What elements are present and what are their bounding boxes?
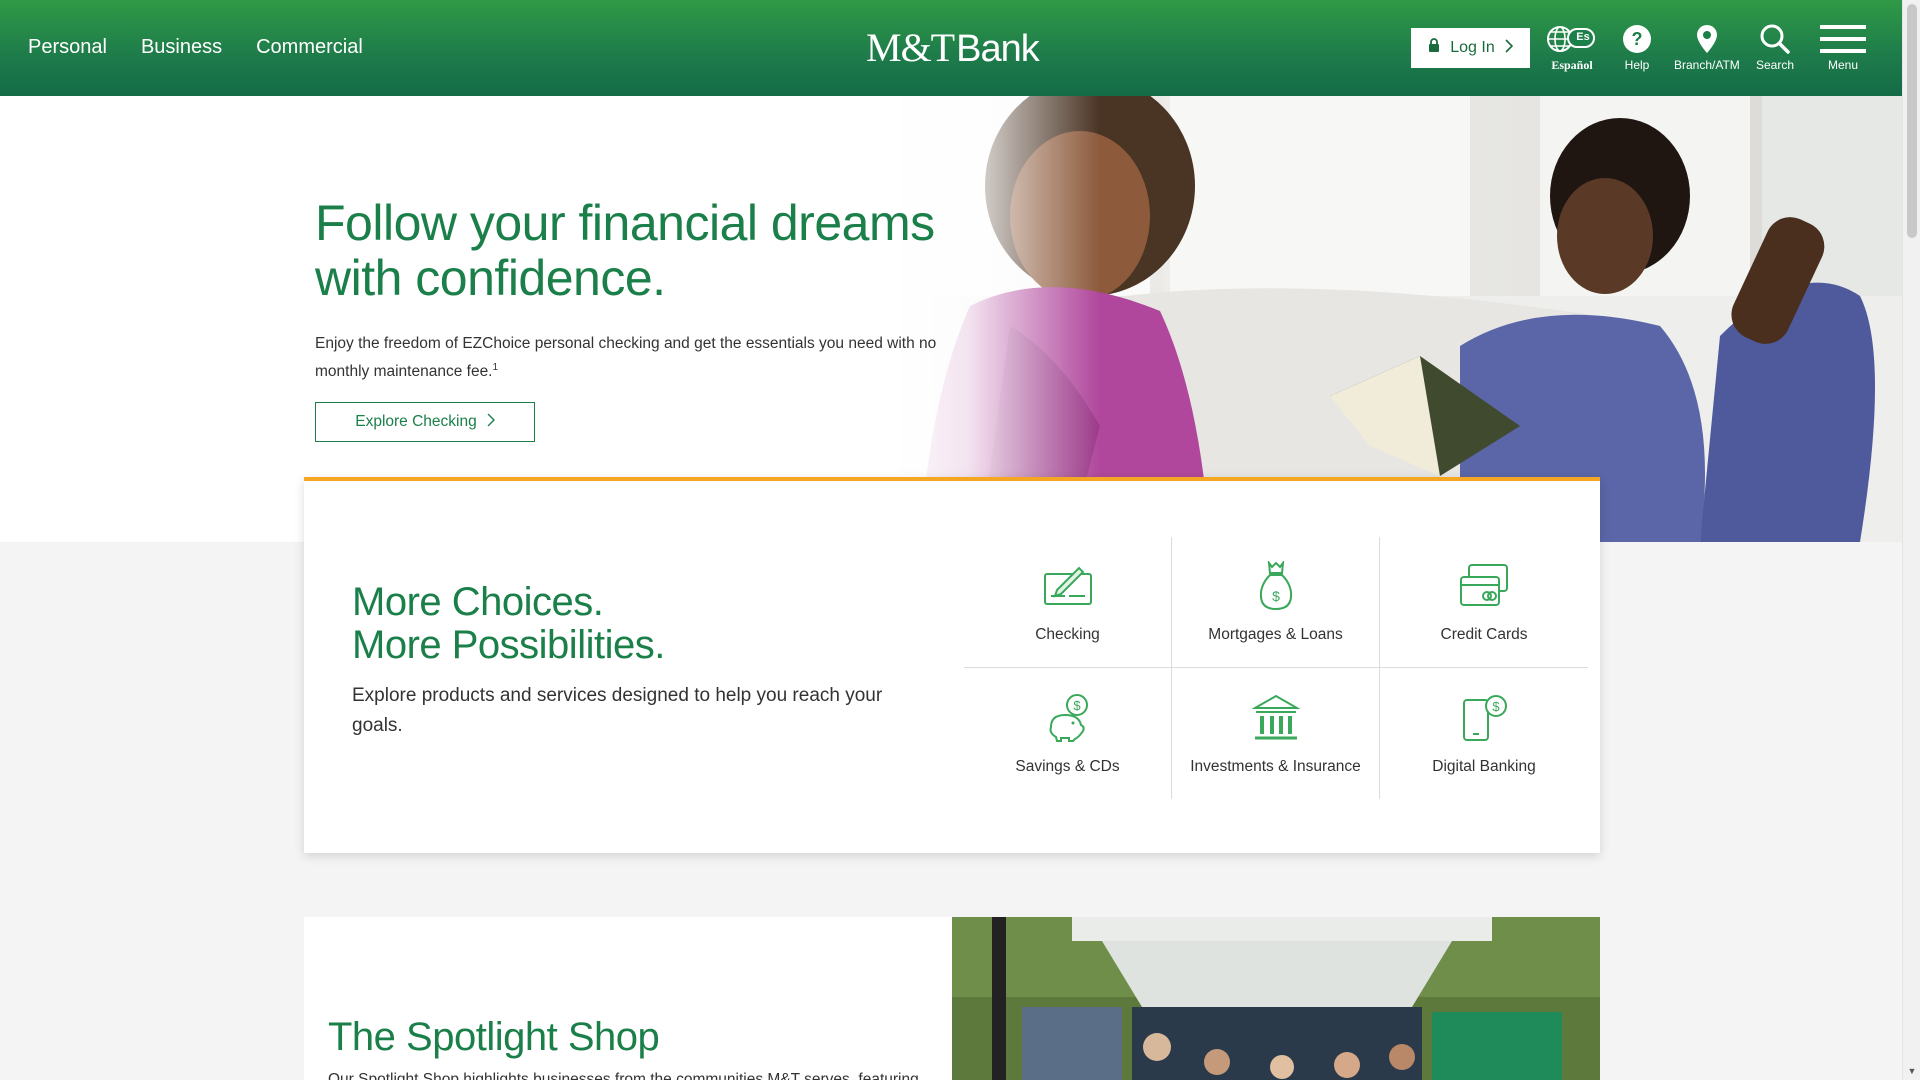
logo-bank: Bank <box>956 28 1040 70</box>
chevron-right-icon <box>487 413 495 432</box>
menu-button[interactable]: Menu <box>1820 22 1866 72</box>
help-icon: ? <box>1622 22 1652 56</box>
site-header: Personal Business Commercial M&TBank Log… <box>0 0 1902 96</box>
tile-digital-banking[interactable]: $ Digital Banking <box>1380 668 1588 799</box>
tile-label: Investments & Insurance <box>1190 757 1361 775</box>
explore-checking-label: Explore Checking <box>355 413 477 430</box>
product-tile-grid: Checking $ Mortgages & Loans Credit Card… <box>964 537 1588 799</box>
choices-title-line1: More Choices. <box>352 580 604 624</box>
tile-label: Savings & CDs <box>1015 757 1120 775</box>
tile-label: Mortgages & Loans <box>1208 626 1343 643</box>
login-button[interactable]: Log In <box>1411 28 1530 68</box>
tile-savings-cds[interactable]: $ Savings & CDs <box>964 668 1172 799</box>
globe-language-icon: Es <box>1546 22 1598 56</box>
tile-mortgages-loans[interactable]: $ Mortgages & Loans <box>1172 537 1380 668</box>
checking-icon <box>1042 560 1094 612</box>
tile-investments-insurance[interactable]: Investments & Insurance <box>1172 668 1380 799</box>
hero-description: Enjoy the freedom of EZChoice personal c… <box>315 332 955 384</box>
products-card: More Choices. More Possibilities. Explor… <box>304 477 1600 853</box>
svg-text:$: $ <box>1073 698 1081 713</box>
page-scrollbar[interactable]: ▼ <box>1902 0 1920 1080</box>
nav-commercial[interactable]: Commercial <box>256 36 363 59</box>
espanol-label: Español <box>1551 58 1593 72</box>
choices-title-line2: More Possibilities. <box>352 623 665 667</box>
hamburger-menu-icon <box>1820 22 1866 56</box>
primary-nav: Personal Business Commercial <box>28 36 363 59</box>
espanol-badge: Es <box>1576 31 1590 43</box>
hero-description-text: Enjoy the freedom of EZChoice personal c… <box>315 335 937 381</box>
spotlight-description: Our Spotlight Shop highlights businesses… <box>328 1071 919 1080</box>
menu-label: Menu <box>1827 58 1859 72</box>
mt-bank-logo[interactable]: M&TBank <box>866 24 1040 71</box>
logo-mt: M&T <box>866 25 955 70</box>
svg-text:?: ? <box>1632 29 1643 49</box>
branch-atm-link[interactable]: Branch/ATM <box>1674 22 1740 72</box>
tile-checking[interactable]: Checking <box>964 537 1172 668</box>
hero-footnote[interactable]: 1 <box>493 362 499 373</box>
tile-label: Checking <box>1035 626 1100 643</box>
help-label: Help <box>1624 58 1650 72</box>
search-label: Search <box>1756 58 1795 72</box>
help-link[interactable]: ? Help <box>1622 22 1652 72</box>
choices-title: More Choices. More Possibilities. <box>352 581 665 667</box>
piggy-bank-icon: $ <box>1042 692 1094 744</box>
nav-business[interactable]: Business <box>141 36 222 59</box>
credit-cards-icon <box>1458 560 1510 612</box>
hero-section: Follow your financial dreams with confid… <box>0 96 1902 542</box>
bank-building-icon <box>1250 692 1302 744</box>
location-pin-icon <box>1695 22 1719 56</box>
login-label: Log In <box>1450 39 1495 56</box>
tile-label: Credit Cards <box>1440 626 1528 643</box>
chevron-right-icon <box>1505 38 1513 58</box>
espanol-link[interactable]: Es Español <box>1546 22 1598 73</box>
scroll-down-arrow-icon[interactable]: ▼ <box>1907 1066 1917 1076</box>
search-icon <box>1759 22 1791 56</box>
svg-text:$: $ <box>1272 588 1280 604</box>
hero-photo-fade <box>880 96 1100 542</box>
lock-icon <box>1428 38 1440 58</box>
explore-checking-button[interactable]: Explore Checking <box>315 402 535 442</box>
hero-title: Follow your financial dreams with confid… <box>315 195 935 306</box>
nav-personal[interactable]: Personal <box>28 36 107 59</box>
spotlight-shop-photo <box>952 917 1600 1080</box>
mobile-dollar-icon: $ <box>1458 692 1510 744</box>
money-bag-icon: $ <box>1250 560 1302 612</box>
svg-text:$: $ <box>1492 699 1500 714</box>
tile-label: Digital Banking <box>1432 757 1536 775</box>
branch-atm-label: Branch/ATM <box>1674 58 1740 72</box>
choices-description: Explore products and services designed t… <box>352 685 883 736</box>
search-link[interactable]: Search <box>1756 22 1794 72</box>
spotlight-title: The Spotlight Shop <box>328 1015 660 1059</box>
spotlight-text-card: The Spotlight Shop Our Spotlight Shop hi… <box>304 917 952 1080</box>
tile-credit-cards[interactable]: Credit Cards <box>1380 537 1588 668</box>
scrollbar-thumb[interactable] <box>1907 4 1917 238</box>
